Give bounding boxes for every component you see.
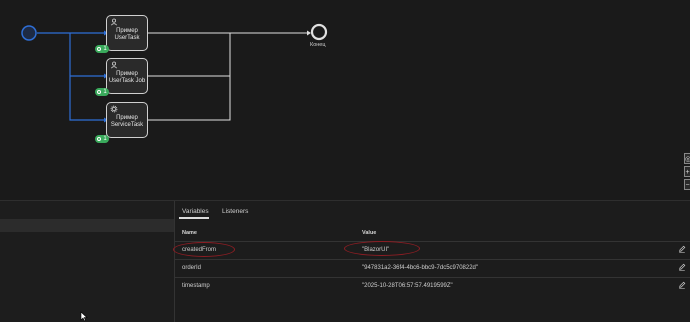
end-event-label: Конец bbox=[310, 42, 326, 48]
column-header-name: Name bbox=[182, 230, 197, 236]
tab-variables[interactable]: Variables bbox=[182, 208, 209, 215]
bpmn-canvas[interactable]: Конец Пример UserTask 1 Пример UserTask … bbox=[0, 0, 690, 200]
edit-icon[interactable] bbox=[678, 263, 686, 271]
zoom-reset-button[interactable]: ◎ bbox=[684, 153, 690, 164]
details-area: Variables Listeners Name Value createdFr… bbox=[0, 200, 690, 322]
token-count: 1 bbox=[103, 89, 107, 95]
task-user-task-job[interactable]: Пример UserTask Job bbox=[106, 58, 148, 94]
end-event[interactable] bbox=[310, 23, 328, 41]
user-icon bbox=[110, 18, 118, 26]
zoom-out-button[interactable]: − bbox=[684, 179, 690, 190]
edit-icon[interactable] bbox=[678, 245, 686, 253]
task-label: Пример ServiceTask bbox=[110, 115, 144, 128]
token-badge[interactable]: 1 bbox=[95, 88, 109, 96]
task-user-task[interactable]: Пример UserTask bbox=[106, 15, 148, 51]
user-icon bbox=[110, 61, 118, 69]
variable-name: timestamp bbox=[182, 283, 210, 289]
instance-list-panel bbox=[0, 201, 175, 322]
table-row[interactable]: orderId "947831a2-36f4-4bc6-bbc9-7dc5c97… bbox=[175, 259, 690, 275]
tab-listeners[interactable]: Listeners bbox=[222, 208, 248, 215]
mouse-cursor-icon bbox=[80, 311, 88, 322]
token-count: 1 bbox=[103, 136, 107, 142]
token-count: 1 bbox=[103, 46, 107, 52]
sequence-flows bbox=[21, 23, 328, 123]
edit-icon[interactable] bbox=[678, 281, 686, 289]
task-service-task[interactable]: Пример ServiceTask bbox=[106, 102, 148, 138]
active-tab-indicator bbox=[179, 217, 209, 219]
token-badge[interactable]: 1 bbox=[95, 135, 109, 143]
task-label: Пример UserTask Job bbox=[108, 71, 146, 84]
variables-panel: Variables Listeners Name Value createdFr… bbox=[173, 201, 690, 322]
token-icon bbox=[97, 47, 102, 51]
highlight-ellipse-name bbox=[173, 242, 235, 257]
table-row[interactable]: timestamp "2025-10-28T06:57:57.4919599Z" bbox=[175, 277, 690, 293]
table-row[interactable]: createdFrom "BlazorUI" bbox=[175, 241, 690, 257]
token-badge[interactable]: 1 bbox=[95, 45, 109, 53]
variable-value: "947831a2-36f4-4bc6-bbc9-7dc5c970822d" bbox=[362, 265, 479, 271]
token-icon bbox=[97, 90, 102, 94]
highlight-ellipse-value bbox=[344, 241, 420, 256]
zoom-in-button[interactable]: + bbox=[684, 166, 690, 177]
gear-icon bbox=[110, 105, 118, 113]
variable-value: "2025-10-28T06:57:57.4919599Z" bbox=[362, 283, 453, 289]
start-event[interactable] bbox=[21, 25, 37, 41]
instance-list-item[interactable] bbox=[0, 219, 174, 232]
token-icon bbox=[97, 137, 102, 141]
task-label: Пример UserTask bbox=[114, 28, 140, 41]
variable-name: orderId bbox=[182, 265, 202, 271]
column-header-value: Value bbox=[362, 230, 377, 236]
